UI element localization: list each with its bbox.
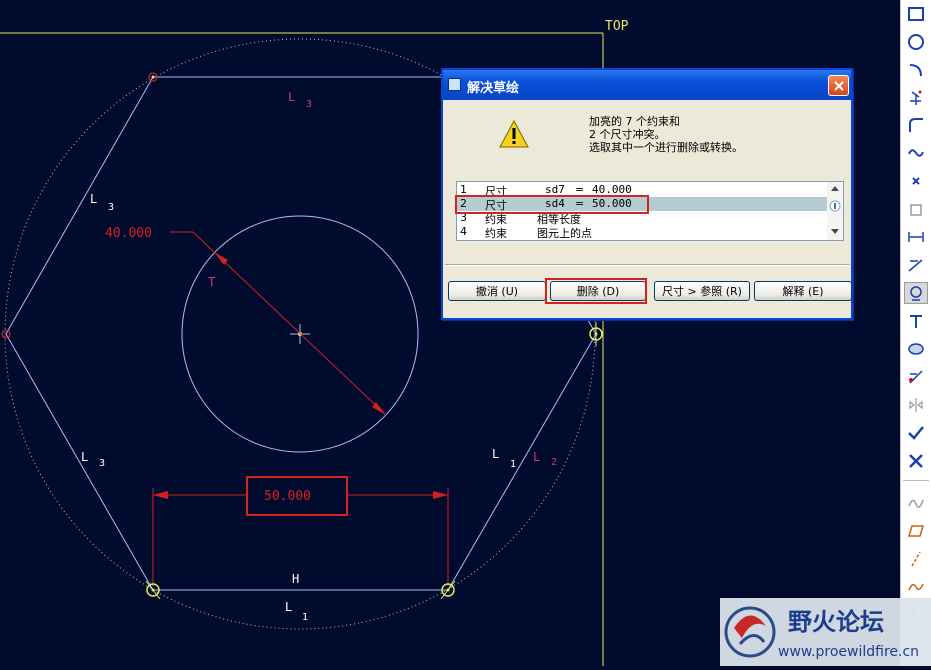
- svg-text:2: 2: [551, 457, 557, 468]
- palette-icon: [908, 343, 924, 355]
- cancel-icon: [909, 454, 923, 468]
- list-scrollbar[interactable]: [827, 182, 843, 240]
- diameter-dimension[interactable]: 40.000: [105, 226, 152, 241]
- width-dimension[interactable]: 50.000: [264, 489, 311, 504]
- list-item[interactable]: 4 约束 图元上的点: [457, 225, 827, 240]
- svg-text:H: H: [292, 572, 299, 586]
- point-tool[interactable]: [904, 86, 928, 108]
- mirror-icon: [909, 398, 923, 412]
- toolbar-separator: [903, 480, 929, 481]
- forum-watermark: 野火论坛 www.proewildfire.cn: [720, 598, 931, 666]
- message-line-3: 选取其中一个进行删除或转换。: [589, 141, 743, 154]
- constraint-label-bottom: H L 1: [285, 572, 308, 623]
- arc-icon: [909, 64, 922, 77]
- modify-dimension-tool[interactable]: [904, 254, 928, 276]
- watermark-title: 野火论坛: [788, 608, 884, 636]
- check-tool[interactable]: [904, 422, 928, 444]
- cross-point-icon: [912, 177, 920, 185]
- dim-to-ref-button[interactable]: 尺寸 > 参照 (R): [654, 281, 750, 301]
- datum-axis-icon: [911, 551, 921, 567]
- svg-text:L: L: [81, 450, 88, 464]
- width-arrow-left: [153, 491, 168, 499]
- circle-tool[interactable]: [904, 31, 928, 53]
- datum-plane-icon: [907, 525, 925, 537]
- resolve-sketch-dialog: 解决草绘 加亮的 7 个约束和 2 个尺寸冲突。 选取其中一个进行删除或转换。 …: [441, 68, 853, 320]
- svg-text:3: 3: [108, 202, 114, 213]
- view-label: TOP: [605, 19, 629, 34]
- svg-text:L: L: [288, 90, 295, 104]
- dimension-tool[interactable]: [904, 226, 928, 248]
- svg-text:L: L: [492, 447, 499, 461]
- dialog-separator: [445, 264, 849, 266]
- mirror-tool[interactable]: [904, 394, 928, 416]
- width-arrow-right: [433, 491, 448, 499]
- text-tool[interactable]: [904, 310, 928, 332]
- spline-icon: [908, 149, 924, 157]
- datum-curve-tool[interactable]: [904, 576, 928, 598]
- datum-curve-icon: [908, 583, 924, 591]
- check-icon: [908, 426, 924, 440]
- close-icon: [833, 80, 844, 91]
- window-icon: [448, 78, 461, 91]
- scroll-up-icon[interactable]: [831, 186, 839, 191]
- constraint-tool[interactable]: [904, 282, 928, 304]
- explain-button[interactable]: 解释 (E): [754, 281, 852, 301]
- svg-text:L: L: [533, 450, 540, 464]
- constraint-icon: [910, 286, 922, 301]
- dimension-icon: [908, 232, 924, 242]
- watermark-url: www.proewildfire.cn: [778, 644, 919, 660]
- arc-tool[interactable]: [904, 59, 928, 81]
- svg-text:3: 3: [99, 458, 105, 469]
- dialog-titlebar[interactable]: 解决草绘: [443, 70, 851, 100]
- sketch-cosmetic-icon: [908, 499, 924, 508]
- point-icon: [910, 90, 922, 105]
- scroll-down-icon[interactable]: [831, 229, 839, 234]
- fillet-tool[interactable]: [904, 114, 928, 136]
- constraint-label-upper-left-l3: L 3: [90, 192, 114, 213]
- cancel-tool[interactable]: [904, 450, 928, 472]
- datum-plane-tool[interactable]: [904, 520, 928, 542]
- dialog-title: 解决草绘: [467, 81, 520, 96]
- trim-tool[interactable]: [904, 366, 928, 388]
- spline-tool[interactable]: [904, 142, 928, 164]
- constraint-label-top-l3: L 3: [288, 90, 312, 110]
- constraint-label-lower-left-l3: L 3: [81, 450, 105, 469]
- modify-dimension-icon: [908, 259, 923, 272]
- sketch-cosmetic-tool[interactable]: [904, 492, 928, 514]
- svg-text:L: L: [285, 600, 292, 614]
- svg-text:1: 1: [510, 459, 516, 470]
- constraint-label-right-l1: L 1: [492, 447, 516, 470]
- palette-tool[interactable]: [904, 338, 928, 360]
- offset-tool[interactable]: [904, 198, 928, 220]
- sketch-toolbar: [900, 0, 931, 666]
- vertex-top-left-dot: [151, 75, 155, 79]
- svg-text:1: 1: [302, 612, 308, 623]
- trim-icon: [909, 370, 923, 384]
- warning-icon: [499, 120, 529, 148]
- offset-icon: [910, 204, 922, 216]
- rectangle-icon: [908, 7, 924, 21]
- circle-icon: [908, 34, 924, 50]
- datum-axis-tool[interactable]: [904, 548, 928, 570]
- forum-logo: 野火论坛 www.proewildfire.cn: [724, 606, 919, 660]
- highlighted-delete-box: [545, 278, 647, 304]
- fillet-icon: [909, 118, 923, 132]
- rectangle-tool[interactable]: [904, 3, 928, 25]
- cross-point-tool[interactable]: [904, 170, 928, 192]
- text-icon: [910, 315, 922, 328]
- tangent-constraint-label: T: [208, 275, 215, 289]
- close-button[interactable]: [828, 75, 849, 96]
- undo-button[interactable]: 撤消 (U): [448, 281, 546, 301]
- svg-text:3: 3: [306, 99, 312, 110]
- constraint-label-right-l2: L 2: [533, 450, 557, 468]
- highlighted-row-box: [455, 195, 649, 214]
- svg-text:L: L: [90, 192, 97, 206]
